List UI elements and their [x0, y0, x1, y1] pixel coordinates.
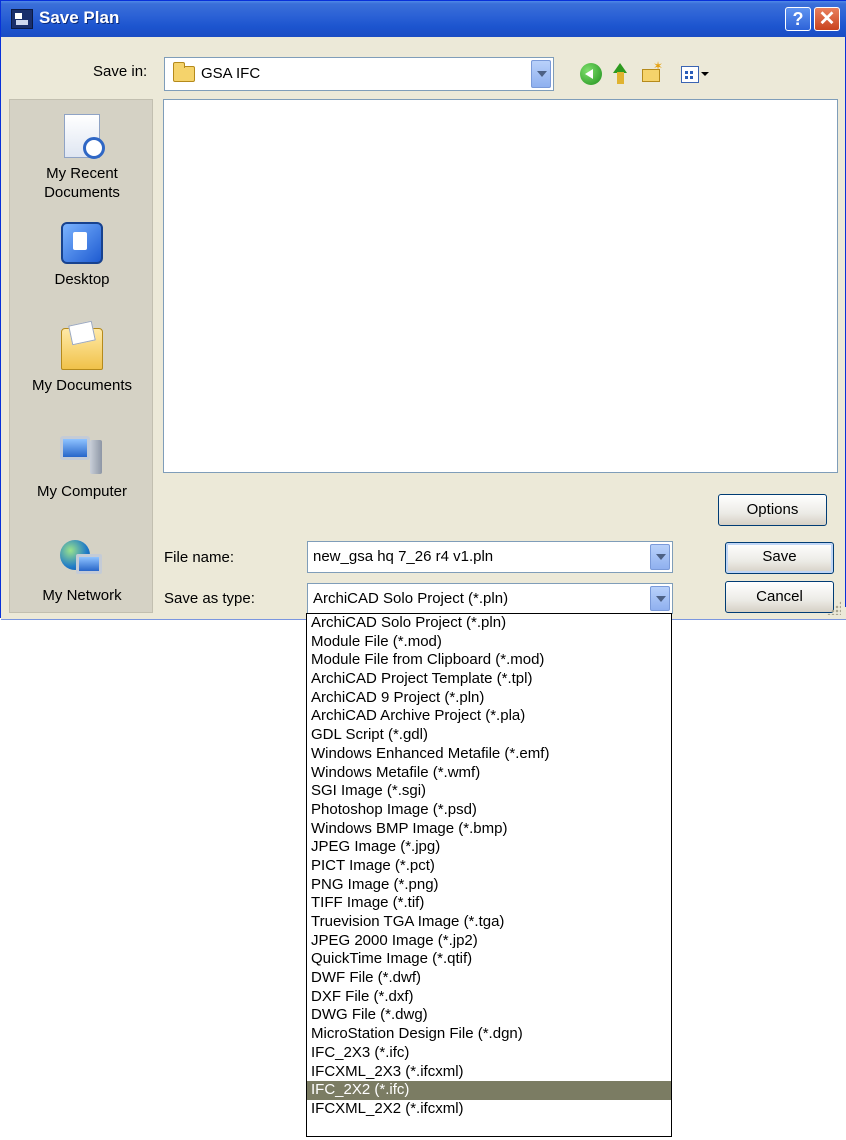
file-name-label: File name:: [164, 549, 235, 566]
file-name-value[interactable]: new_gsa hq 7_26 r4 v1.pln: [313, 548, 493, 565]
dropdown-option[interactable]: MicroStation Design File (*.dgn): [307, 1025, 671, 1044]
dropdown-option[interactable]: ArchiCAD Project Template (*.tpl): [307, 670, 671, 689]
place-my-recent-documents[interactable]: My Recent Documents: [10, 114, 154, 202]
save-as-type-dropdown-arrow-icon[interactable]: [650, 586, 670, 611]
dropdown-option[interactable]: IFC_2X3 (*.ifc): [307, 1044, 671, 1063]
dropdown-option[interactable]: IFC_2X2 (*.ifc): [307, 1081, 671, 1100]
save-as-type-dropdown-list[interactable]: ArchiCAD Solo Project (*.pln) Module File…: [306, 613, 672, 1137]
desktop-icon: [61, 222, 103, 264]
dropdown-option[interactable]: PICT Image (*.pct): [307, 857, 671, 876]
dropdown-option[interactable]: ArchiCAD Solo Project (*.pln): [307, 614, 671, 633]
dropdown-option[interactable]: Module File (*.mod): [307, 633, 671, 652]
dropdown-option[interactable]: TIFF Image (*.tif): [307, 894, 671, 913]
place-label: My Documents: [31, 377, 133, 394]
dropdown-option[interactable]: GDL Script (*.gdl): [307, 726, 671, 745]
file-list-view[interactable]: [163, 99, 838, 473]
dropdown-option[interactable]: SGI Image (*.sgi): [307, 782, 671, 801]
title-bar[interactable]: Save Plan ? ✕: [1, 1, 846, 37]
dropdown-option[interactable]: Photoshop Image (*.psd): [307, 801, 671, 820]
save-in-label: Save in:: [93, 63, 148, 80]
save-in-value: GSA IFC: [201, 65, 261, 82]
view-menu-icon[interactable]: [680, 63, 710, 85]
my-documents-icon: [61, 328, 103, 370]
dropdown-option[interactable]: Windows BMP Image (*.bmp): [307, 820, 671, 839]
place-label: My Network: [42, 587, 122, 604]
place-my-computer[interactable]: My Computer: [10, 436, 154, 501]
file-name-combobox[interactable]: new_gsa hq 7_26 r4 v1.pln: [307, 541, 673, 573]
dropdown-option[interactable]: PNG Image (*.png): [307, 876, 671, 895]
dropdown-option[interactable]: QuickTime Image (*.qtif): [307, 950, 671, 969]
save-as-type-label: Save as type:: [164, 590, 255, 607]
dropdown-option[interactable]: ArchiCAD 9 Project (*.pln): [307, 689, 671, 708]
up-one-level-icon[interactable]: [610, 63, 632, 85]
place-label: Documents: [44, 184, 120, 201]
dropdown-option[interactable]: Windows Enhanced Metafile (*.emf): [307, 745, 671, 764]
recent-documents-icon: [64, 114, 105, 159]
file-name-dropdown-arrow-icon[interactable]: [650, 544, 670, 570]
save-as-type-value: ArchiCAD Solo Project (*.pln): [313, 590, 509, 607]
place-label: My Recent: [46, 165, 118, 182]
my-network-icon: [60, 540, 104, 580]
new-folder-icon[interactable]: [641, 59, 663, 85]
options-button[interactable]: Options: [718, 494, 827, 526]
dropdown-option[interactable]: DWF File (*.dwf): [307, 969, 671, 988]
save-in-combobox[interactable]: GSA IFC: [164, 57, 554, 91]
dropdown-option[interactable]: IFCXML_2X2 (*.ifcxml): [307, 1100, 671, 1119]
dropdown-option[interactable]: Truevision TGA Image (*.tga): [307, 913, 671, 932]
place-my-documents[interactable]: My Documents: [10, 328, 154, 395]
cancel-button[interactable]: Cancel: [725, 581, 834, 613]
dropdown-option[interactable]: Windows Metafile (*.wmf): [307, 764, 671, 783]
place-label: Desktop: [54, 271, 110, 288]
dropdown-option[interactable]: DXF File (*.dxf): [307, 988, 671, 1007]
place-label: My Computer: [36, 483, 128, 500]
save-plan-dialog: Save Plan ? ✕ Save in: GSA IFC My Recent…: [0, 0, 846, 620]
place-my-network[interactable]: My Network: [10, 540, 154, 605]
window-title: Save Plan: [39, 8, 120, 27]
my-computer-icon: [60, 436, 104, 476]
app-window-icon: [11, 9, 33, 29]
dropdown-option[interactable]: JPEG 2000 Image (*.jp2): [307, 932, 671, 951]
help-button[interactable]: ?: [785, 7, 811, 31]
places-bar: My Recent Documents Desktop My Documents…: [9, 99, 153, 613]
back-arrow-icon[interactable]: [580, 63, 602, 85]
folder-icon: [173, 62, 195, 82]
place-desktop[interactable]: Desktop: [10, 222, 154, 289]
save-button[interactable]: Save: [725, 542, 834, 574]
dropdown-option[interactable]: JPEG Image (*.jpg): [307, 838, 671, 857]
close-button[interactable]: ✕: [814, 7, 840, 31]
dropdown-option[interactable]: ArchiCAD Archive Project (*.pla): [307, 707, 671, 726]
dropdown-option[interactable]: DWG File (*.dwg): [307, 1006, 671, 1025]
save-in-dropdown-arrow-icon[interactable]: [531, 60, 551, 88]
save-as-type-combobox[interactable]: ArchiCAD Solo Project (*.pln): [307, 583, 673, 614]
dropdown-option[interactable]: IFCXML_2X3 (*.ifcxml): [307, 1063, 671, 1082]
dropdown-option[interactable]: Module File from Clipboard (*.mod): [307, 651, 671, 670]
